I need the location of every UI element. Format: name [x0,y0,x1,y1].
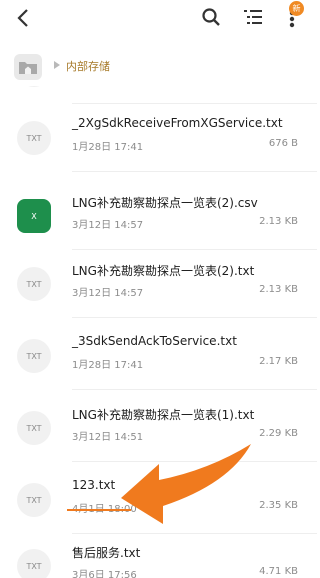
back-button[interactable] [10,5,36,31]
file-size: 2.35 KB [259,500,298,511]
file-size: 4.71 KB [259,566,298,577]
file-size: 2.13 KB [259,216,298,227]
list-item[interactable]: X LNG补充勘察勘探点一览表(2).csv 3月12日 14:57 2.13 … [0,182,317,250]
file-name: _2XgSdkReceiveFromXGService.txt [72,116,283,130]
file-date: 3月6日 17:56 [72,570,137,578]
sort-button[interactable] [240,4,266,30]
file-size: 2.29 KB [259,428,298,439]
sort-list-icon [244,10,262,24]
file-name: LNG补充勘察勘探点一览表(2).csv [72,196,258,210]
search-button[interactable] [198,4,224,30]
breadcrumb-internal-storage[interactable]: 内部存储 [66,58,110,74]
file-size: 676 B [268,138,298,149]
file-date: 1月28日 17:41 [72,142,144,153]
list-item[interactable]: TXT _2XgSdkReceiveFromXGService.txt 1月28… [0,104,317,172]
list-item-partial[interactable] [0,86,317,104]
top-toolbar: 新 [0,0,317,38]
breadcrumb-separator-icon [54,61,60,69]
txt-file-icon: TXT [17,339,51,373]
file-name: _3SdkSendAckToService.txt [72,334,237,348]
breadcrumb-home-button[interactable] [14,54,42,80]
file-date: 1月28日 17:41 [72,360,144,371]
back-arrow-icon [17,9,28,27]
txt-file-icon: TXT [17,549,51,578]
file-name: 售后服务.txt [72,546,141,560]
annotation-arrow-icon [121,444,251,524]
txt-file-icon: TXT [17,483,51,517]
row-divider [72,317,317,318]
txt-file-icon: TXT [17,267,51,301]
excel-file-icon: X [17,199,51,233]
row-divider [72,389,317,390]
file-name: 123.txt [72,478,116,492]
list-item[interactable]: TXT _3SdkSendAckToService.txt 1月28日 17:4… [0,322,317,390]
list-item[interactable]: TXT 售后服务.txt 3月6日 17:56 4.71 KB [0,532,317,578]
file-name: LNG补充勘察勘探点一览表(1).txt [72,408,255,422]
file-name: LNG补充勘察勘探点一览表(2).txt [72,264,255,278]
file-date: 3月12日 14:57 [72,288,144,299]
list-item[interactable]: TXT LNG补充勘察勘探点一览表(2).txt 3月12日 14:57 2.1… [0,250,317,318]
txt-file-icon [17,86,51,87]
new-badge: 新 [289,1,304,16]
file-size: 2.13 KB [259,284,298,295]
txt-file-icon: TXT [17,121,51,155]
txt-file-icon: TXT [17,411,51,445]
row-divider [72,171,317,172]
file-date: 3月12日 14:57 [72,220,144,231]
folder-home-icon [19,62,37,74]
file-size: 2.17 KB [259,356,298,367]
search-icon [202,8,220,26]
breadcrumb: 内部存储 [0,48,317,88]
